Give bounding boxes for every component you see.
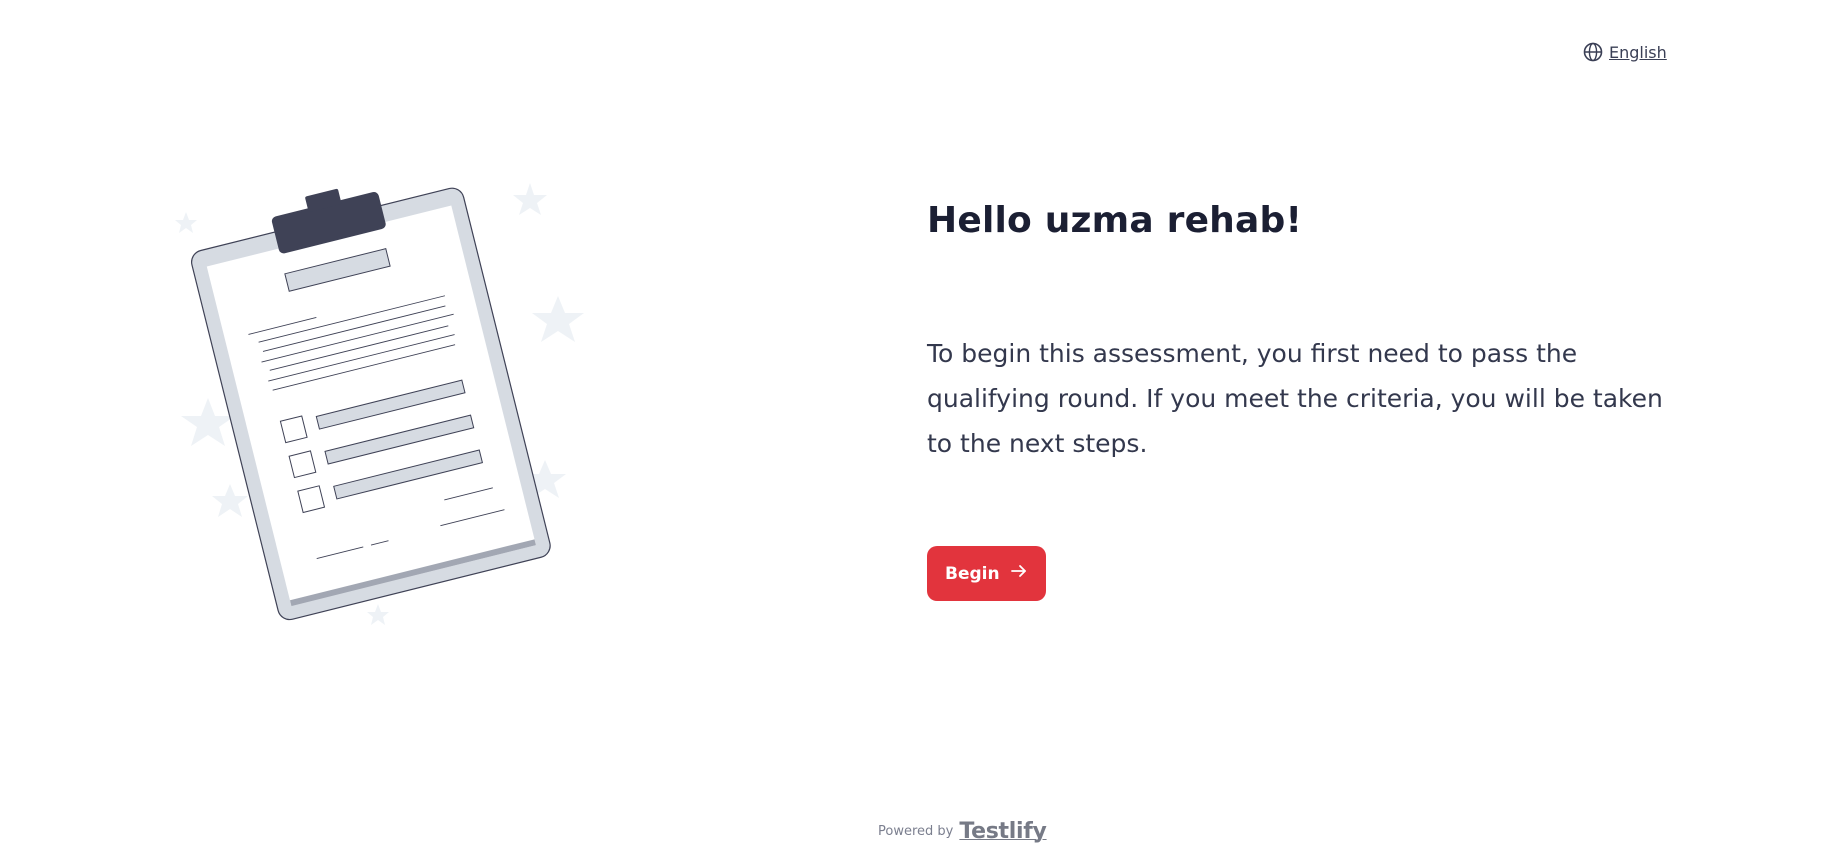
assessment-welcome-page: English Hello uzma rehab! To begin this … bbox=[0, 0, 1829, 857]
welcome-content: Hello uzma rehab! To begin this assessme… bbox=[927, 200, 1667, 601]
begin-button[interactable]: Begin bbox=[927, 546, 1046, 601]
intro-text: To begin this assessment, you first need… bbox=[927, 339, 1663, 458]
powered-by-footer: Powered by Testlify bbox=[878, 819, 1047, 844]
language-selector[interactable]: English bbox=[1583, 42, 1667, 62]
powered-by-label: Powered by bbox=[878, 824, 954, 839]
greeting-heading: Hello uzma rehab! bbox=[927, 200, 1303, 241]
language-label: English bbox=[1609, 42, 1667, 62]
clipboard-checklist-illustration bbox=[170, 178, 590, 638]
globe-icon bbox=[1583, 42, 1603, 62]
arrow-right-icon bbox=[1010, 562, 1028, 585]
begin-button-label: Begin bbox=[945, 563, 1000, 584]
testlify-logo[interactable]: Testlify bbox=[959, 819, 1047, 844]
